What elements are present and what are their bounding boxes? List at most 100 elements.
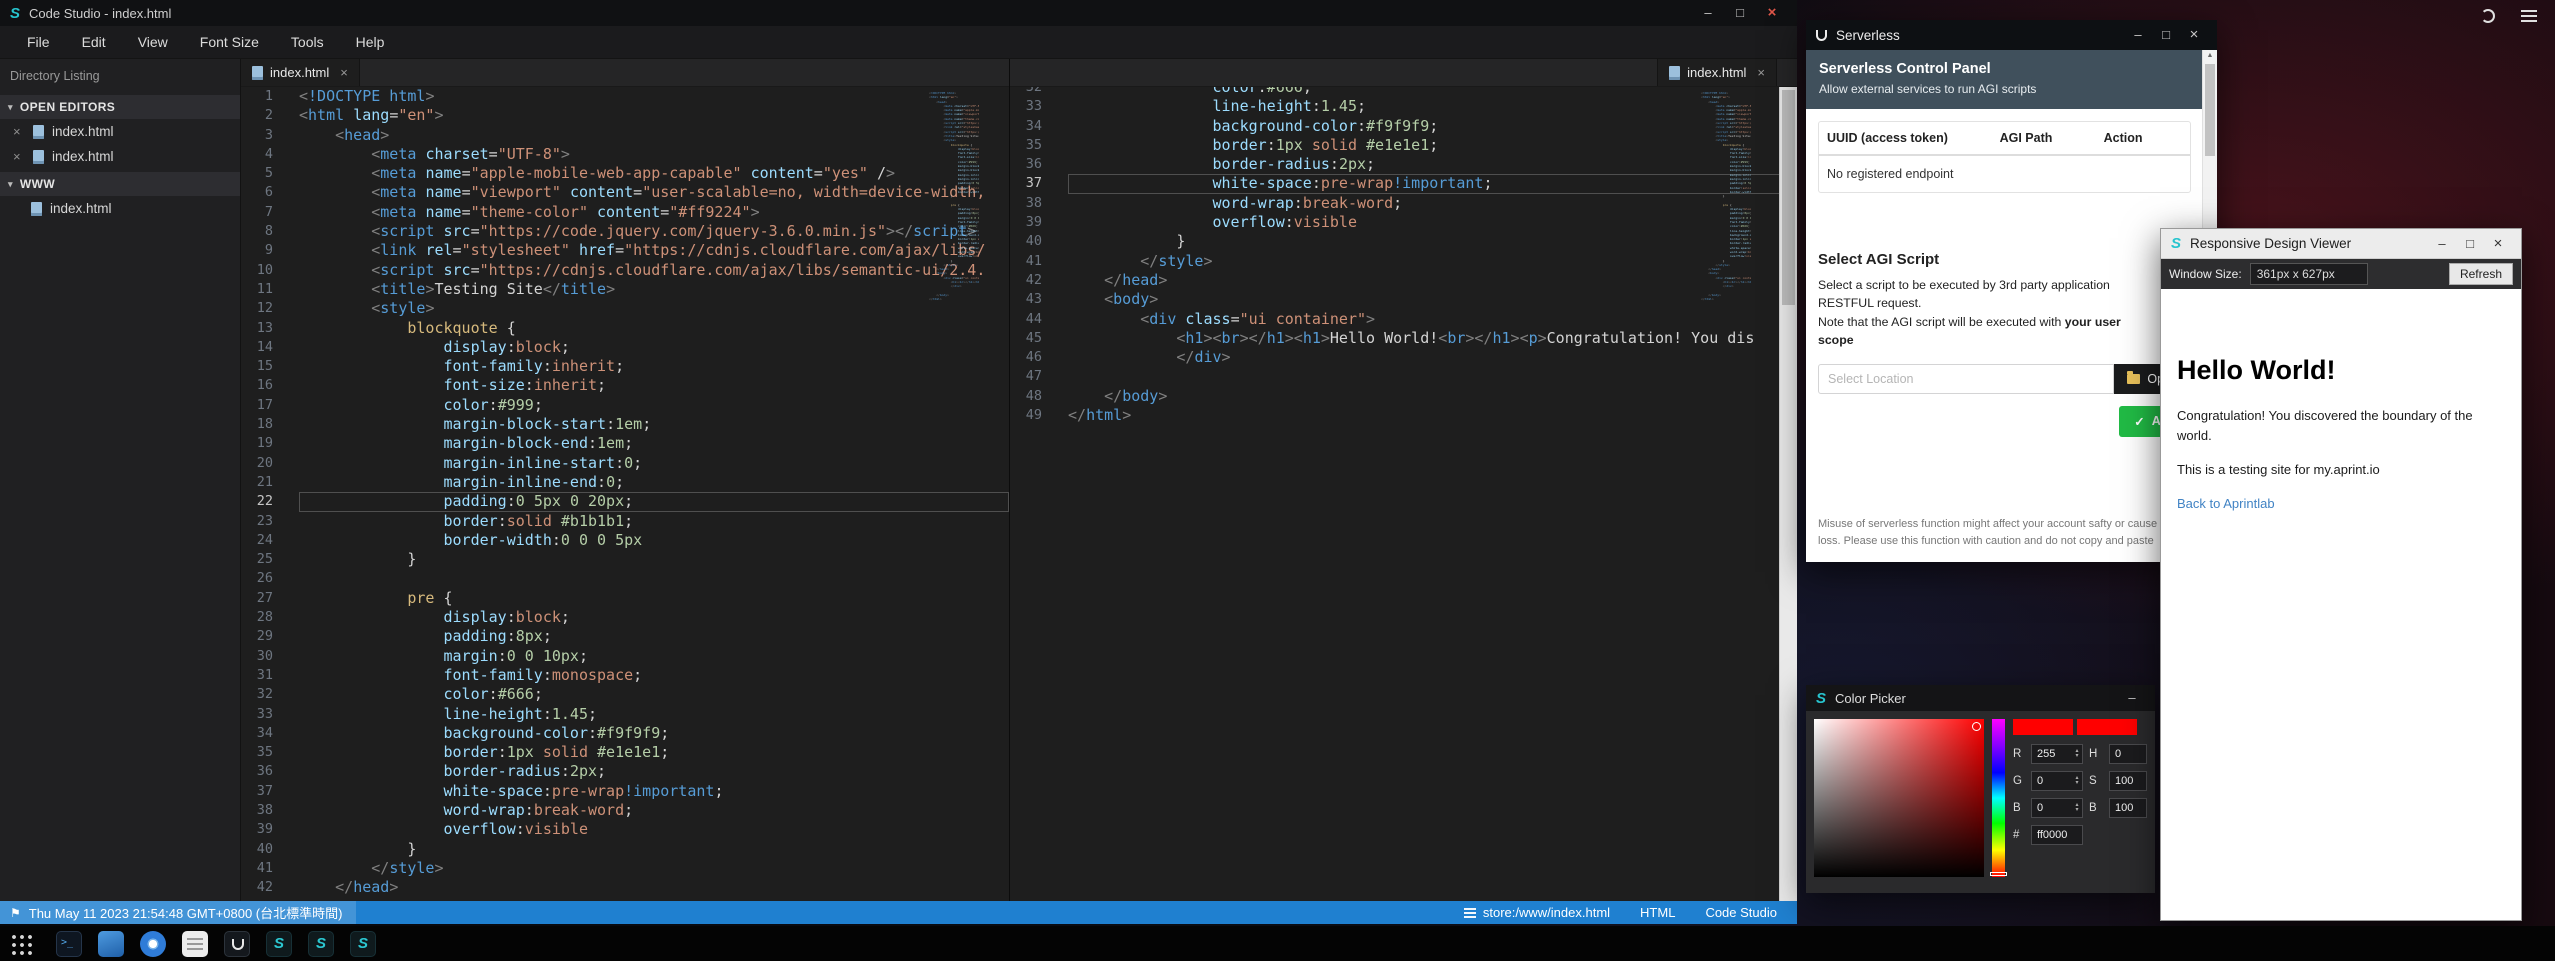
maximize-button[interactable] bbox=[1725, 0, 1755, 26]
minimize-button[interactable] bbox=[2119, 683, 2145, 713]
color-swatches bbox=[2013, 719, 2147, 735]
tab-close-icon[interactable] bbox=[340, 65, 348, 80]
app-launcher-icon[interactable] bbox=[10, 933, 32, 955]
sidebar-file-item[interactable]: index.html bbox=[0, 196, 240, 221]
brightness-input[interactable] bbox=[2109, 798, 2147, 818]
sidebar-file-item[interactable]: index.html bbox=[0, 119, 240, 144]
terminal-icon[interactable] bbox=[56, 931, 82, 957]
menu-file[interactable]: File bbox=[12, 29, 65, 55]
saturation-input[interactable] bbox=[2109, 771, 2147, 791]
tab-close-icon[interactable] bbox=[1757, 65, 1765, 80]
code-studio-logo-icon: S bbox=[10, 6, 20, 21]
hue-slider[interactable] bbox=[1992, 719, 2005, 877]
window-size-input[interactable] bbox=[2250, 263, 2368, 285]
minimap[interactable]: <!DOCTYPE html><html lang="en"> <head> <… bbox=[1701, 91, 1751, 302]
brightness-label: B bbox=[2089, 802, 2103, 814]
minimap[interactable]: <!DOCTYPE html><html lang="en"> <head> <… bbox=[929, 91, 979, 302]
serverless-titlebar[interactable]: Serverless bbox=[1806, 20, 2217, 50]
red-label: R bbox=[2013, 748, 2025, 760]
app-main: Directory Listing OPEN EDITORSindex.html… bbox=[0, 59, 1797, 901]
tab-index.html[interactable]: index.html bbox=[241, 59, 360, 86]
blue-label: B bbox=[2013, 802, 2025, 814]
panel-subtitle: Allow external services to run AGI scrip… bbox=[1819, 82, 2204, 96]
sidebar-section-open-editors[interactable]: OPEN EDITORS bbox=[0, 95, 240, 119]
menu-icon[interactable] bbox=[2521, 9, 2537, 23]
section-label: WWW bbox=[20, 177, 55, 191]
maximize-button[interactable] bbox=[2457, 229, 2483, 259]
color-picker-window: S Color Picker R ▴▾ H G ▴▾ S bbox=[1806, 685, 2155, 893]
maximize-button[interactable] bbox=[2153, 20, 2179, 50]
serverless-app-icon[interactable] bbox=[224, 931, 250, 957]
hex-input[interactable] bbox=[2031, 825, 2083, 845]
statusbar-file[interactable]: store:/www/index.html bbox=[1464, 905, 1610, 920]
taskbar bbox=[0, 926, 2555, 961]
minimize-button[interactable] bbox=[2429, 229, 2455, 259]
column-header: UUID (access token) bbox=[1827, 131, 1994, 145]
close-button[interactable] bbox=[1757, 0, 1787, 26]
refresh-icon[interactable] bbox=[2481, 9, 2495, 23]
viewer-titlebar[interactable]: S Responsive Design Viewer bbox=[2161, 229, 2521, 259]
menu-view[interactable]: View bbox=[123, 29, 183, 55]
menu-edit[interactable]: Edit bbox=[67, 29, 121, 55]
hue-input[interactable] bbox=[2109, 744, 2147, 764]
stepper-icon[interactable]: ▴▾ bbox=[2072, 772, 2082, 790]
editor-body[interactable]: 1234567891011121314151617181920212223242… bbox=[241, 87, 1009, 901]
menu-help[interactable]: Help bbox=[341, 29, 400, 55]
viewer-title: Responsive Design Viewer bbox=[2190, 236, 2351, 251]
minimize-button[interactable] bbox=[1693, 0, 1723, 26]
menu-font-size[interactable]: Font Size bbox=[185, 29, 274, 55]
tab-index.html[interactable]: index.html bbox=[1657, 59, 1777, 86]
close-button[interactable] bbox=[2485, 229, 2511, 259]
back-to-aprintlab-link[interactable]: Back to Aprintlab bbox=[2177, 496, 2275, 511]
minimize-button[interactable] bbox=[2125, 20, 2151, 50]
green-label: G bbox=[2013, 775, 2025, 787]
location-input[interactable] bbox=[1818, 364, 2114, 394]
endpoint-table: UUID (access token)AGI PathAction No reg… bbox=[1818, 121, 2191, 193]
code-area[interactable]: <!DOCTYPE html><html lang="en"> <head> <… bbox=[289, 87, 1009, 901]
code-area[interactable]: color:#666; line-height:1.45; background… bbox=[1058, 87, 1797, 901]
scrollbar-thumb[interactable] bbox=[1782, 90, 1795, 305]
file-icon bbox=[31, 202, 42, 216]
serverless-body: Serverless Control Panel Allow external … bbox=[1806, 50, 2217, 562]
editor-body[interactable]: 323334353637383940414243444546474849 col… bbox=[1010, 87, 1797, 901]
statusbar-language[interactable]: HTML bbox=[1640, 905, 1675, 920]
current-color-swatch[interactable] bbox=[2013, 719, 2073, 735]
code-studio-icon-2[interactable] bbox=[308, 931, 334, 957]
close-button[interactable] bbox=[2181, 20, 2207, 50]
statusbar-appname[interactable]: Code Studio bbox=[1705, 905, 1777, 920]
refresh-button[interactable]: Refresh bbox=[2449, 263, 2513, 285]
browser-icon[interactable] bbox=[140, 931, 166, 957]
color-picker-window-controls bbox=[2119, 683, 2145, 713]
close-icon[interactable] bbox=[13, 149, 25, 164]
color-cursor[interactable] bbox=[1972, 722, 1981, 731]
code-studio-icon-3[interactable] bbox=[350, 931, 376, 957]
editor-pane-right: index.html323334353637383940414243444546… bbox=[1010, 59, 1797, 901]
statusbar-datetime[interactable]: Thu May 11 2023 21:54:48 GMT+0800 (台北標準時… bbox=[0, 901, 356, 924]
color-picker-title: Color Picker bbox=[1835, 691, 1906, 706]
hue-slider-handle[interactable] bbox=[1990, 872, 2007, 876]
previous-color-swatch[interactable] bbox=[2077, 719, 2137, 735]
code-studio-icon-1[interactable] bbox=[266, 931, 292, 957]
saturation-label: S bbox=[2089, 775, 2103, 787]
code-studio-window: S Code Studio - index.html FileEditViewF… bbox=[0, 0, 1797, 924]
color-picker-titlebar[interactable]: S Color Picker bbox=[1806, 685, 2155, 711]
location-row: Open bbox=[1818, 364, 2191, 394]
column-header: AGI Path bbox=[2000, 131, 2098, 145]
stepper-icon[interactable]: ▴▾ bbox=[2072, 745, 2082, 763]
file-name: index.html bbox=[52, 124, 114, 139]
saturation-brightness-area[interactable] bbox=[1814, 719, 1984, 877]
scrollbar-thumb[interactable] bbox=[2205, 64, 2215, 156]
stepper-icon[interactable]: ▴▾ bbox=[2072, 799, 2082, 817]
close-icon[interactable] bbox=[13, 124, 25, 139]
file-name: index.html bbox=[52, 149, 114, 164]
serverless-title: Serverless bbox=[1836, 28, 1900, 43]
datetime-text: Thu May 11 2023 21:54:48 GMT+0800 (台北標準時… bbox=[29, 903, 343, 922]
sidebar-file-item[interactable]: index.html bbox=[0, 144, 240, 169]
scrollbar[interactable] bbox=[1779, 87, 1797, 901]
menu-tools[interactable]: Tools bbox=[276, 29, 339, 55]
file-manager-icon[interactable] bbox=[98, 931, 124, 957]
document-icon[interactable] bbox=[182, 931, 208, 957]
sidebar-section-www[interactable]: WWW bbox=[0, 172, 240, 196]
file-icon bbox=[33, 125, 44, 139]
flag-icon bbox=[10, 905, 21, 920]
